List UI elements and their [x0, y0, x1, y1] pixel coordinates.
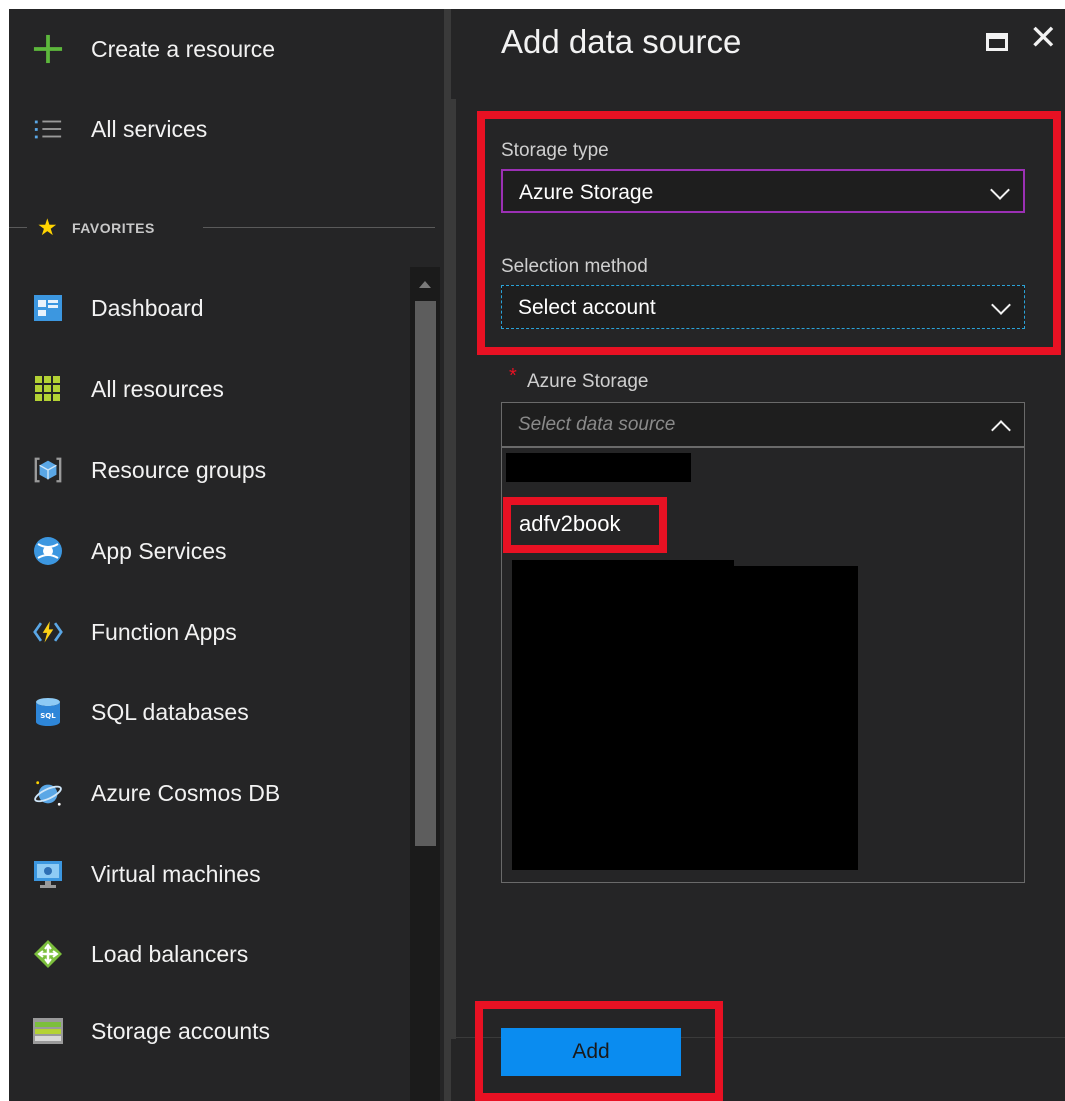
chevron-up-icon [991, 420, 1011, 440]
redacted-options[interactable] [512, 566, 858, 870]
required-asterisk: * [509, 365, 517, 387]
sidebar-item-resource-groups[interactable]: Resource groups [9, 440, 409, 500]
virtual-machines-icon [33, 859, 63, 889]
maximize-icon[interactable] [986, 33, 1008, 51]
sidebar-item-label: Virtual machines [91, 860, 261, 887]
load-balancers-icon [33, 939, 63, 969]
add-data-source-blade: Add data source ✕ Storage type Azure Sto… [451, 9, 1065, 1101]
sidebar-item-label: Dashboard [91, 294, 204, 321]
add-button[interactable]: Add [501, 1028, 681, 1076]
selection-method-label: Selection method [501, 256, 648, 277]
storage-accounts-icon [33, 1016, 63, 1046]
data-source-dropdown[interactable]: Select data source [501, 402, 1025, 447]
redacted-option[interactable] [506, 453, 691, 482]
storage-type-dropdown[interactable]: Azure Storage [501, 169, 1025, 213]
plus-icon [33, 34, 63, 64]
all-services-button[interactable]: All services [9, 99, 409, 159]
sql-databases-icon: SQL [33, 697, 63, 727]
chevron-down-icon [990, 180, 1010, 200]
all-services-label: All services [91, 115, 208, 142]
sidebar-item-label: Function Apps [91, 618, 237, 645]
close-icon[interactable]: ✕ [1029, 21, 1058, 55]
scroll-up-arrow-icon[interactable] [419, 281, 431, 288]
scrollbar-thumb[interactable] [415, 301, 436, 846]
favorites-divider-right [203, 227, 435, 228]
cosmos-db-icon [33, 778, 63, 808]
sidebar-item-label: Resource groups [91, 456, 267, 483]
create-resource-button[interactable]: Create a resource [9, 19, 409, 79]
sidebar-item-app-services[interactable]: App Services [9, 521, 409, 581]
favorites-header: ★ FAVORITES [9, 211, 444, 245]
sidebar-item-all-resources[interactable]: All resources [9, 359, 409, 419]
sidebar-item-label: Load balancers [91, 940, 249, 967]
sidebar-item-label: App Services [91, 537, 227, 564]
list-item[interactable]: adfv2book [519, 511, 621, 537]
list-icon [33, 114, 63, 144]
resource-groups-icon [33, 455, 63, 485]
create-resource-label: Create a resource [91, 35, 276, 62]
storage-type-label: Storage type [501, 140, 609, 161]
sidebar-item-virtual-machines[interactable]: Virtual machines [9, 844, 409, 904]
storage-type-value: Azure Storage [519, 181, 654, 204]
sidebar-scrollbar[interactable] [410, 267, 440, 1101]
sidebar-item-storage-accounts[interactable]: Storage accounts [9, 1001, 409, 1061]
dashboard-icon [33, 293, 63, 323]
sidebar-item-label: Azure Cosmos DB [91, 779, 281, 806]
favorites-divider-left [9, 227, 27, 228]
panel-divider [444, 9, 451, 1101]
selection-method-value: Select account [518, 296, 656, 319]
azure-storage-label: Azure Storage [527, 371, 649, 392]
portal-window: Create a resource All services ★ FAVORIT… [9, 9, 1065, 1101]
sidebar-item-dashboard[interactable]: Dashboard [9, 278, 409, 338]
sidebar-item-label: All resources [91, 375, 224, 402]
function-apps-icon [33, 617, 63, 647]
chevron-down-icon [991, 295, 1011, 315]
sidebar-item-cosmos-db[interactable]: Azure Cosmos DB [9, 763, 409, 823]
page-title: Add data source [501, 23, 742, 60]
all-resources-icon [33, 374, 63, 404]
favorites-label: FAVORITES [72, 220, 155, 236]
star-icon: ★ [37, 214, 58, 240]
sidebar-item-function-apps[interactable]: Function Apps [9, 602, 409, 662]
blade-left-border [451, 99, 456, 1039]
selection-method-dropdown[interactable]: Select account [501, 285, 1025, 329]
sidebar-item-label: Storage accounts [91, 1017, 271, 1044]
app-services-icon [33, 536, 63, 566]
sidebar-item-load-balancers[interactable]: Load balancers [9, 924, 409, 984]
svg-text:SQL: SQL [40, 712, 56, 720]
sidebar: Create a resource All services ★ FAVORIT… [9, 9, 444, 1101]
sidebar-item-sql-databases[interactable]: SQL SQL databases [9, 682, 409, 742]
data-source-placeholder: Select data source [518, 414, 676, 435]
sidebar-item-label: SQL databases [91, 698, 249, 725]
